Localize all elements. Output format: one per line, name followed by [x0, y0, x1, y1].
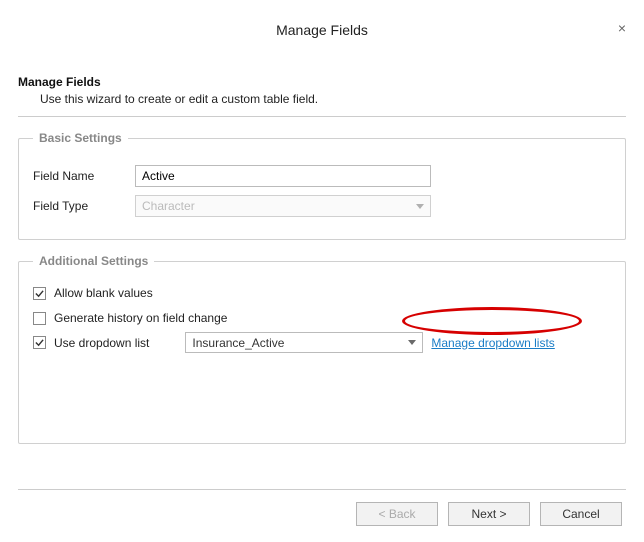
next-button[interactable]: Next > — [448, 502, 530, 526]
field-type-value: Character — [142, 199, 195, 213]
footer-divider — [18, 489, 626, 490]
use-dropdown-label: Use dropdown list — [54, 336, 149, 350]
chevron-down-icon — [408, 340, 416, 345]
intro-subtext: Use this wizard to create or edit a cust… — [40, 92, 626, 106]
chevron-down-icon — [416, 204, 424, 209]
close-icon[interactable]: × — [618, 20, 626, 36]
basic-settings-legend: Basic Settings — [33, 131, 128, 145]
generate-history-checkbox[interactable] — [33, 312, 46, 325]
generate-history-label: Generate history on field change — [54, 311, 227, 325]
header-divider — [18, 116, 626, 117]
dropdown-list-select[interactable]: Insurance_Active — [185, 332, 423, 353]
allow-blank-checkbox[interactable] — [33, 287, 46, 300]
field-name-input[interactable] — [135, 165, 431, 187]
checkmark-icon — [35, 338, 44, 347]
use-dropdown-checkbox[interactable] — [33, 336, 46, 349]
dialog-title: Manage Fields — [276, 22, 368, 38]
field-type-select: Character — [135, 195, 431, 217]
field-type-label: Field Type — [33, 199, 135, 213]
basic-settings-group: Basic Settings Field Name Field Type Cha… — [18, 131, 626, 240]
dropdown-list-value: Insurance_Active — [192, 336, 284, 350]
intro-heading: Manage Fields — [18, 75, 626, 89]
cancel-button[interactable]: Cancel — [540, 502, 622, 526]
allow-blank-label: Allow blank values — [54, 286, 153, 300]
additional-settings-group: Additional Settings Allow blank values G… — [18, 254, 626, 444]
manage-dropdown-lists-link[interactable]: Manage dropdown lists — [431, 336, 554, 350]
back-button: < Back — [356, 502, 438, 526]
checkmark-icon — [35, 289, 44, 298]
field-name-label: Field Name — [33, 169, 135, 183]
additional-settings-legend: Additional Settings — [33, 254, 154, 268]
